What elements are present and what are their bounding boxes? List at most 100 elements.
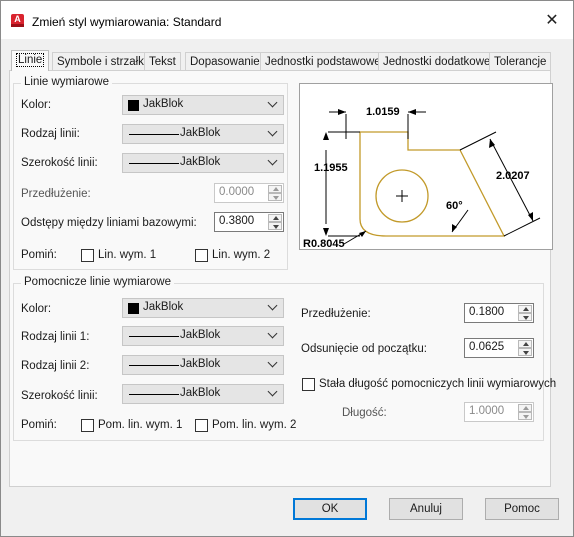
dim-extend-label: Przedłużenie: <box>21 188 91 200</box>
tab-lines[interactable]: Linie <box>11 50 50 71</box>
dim-color-value: JakBlok <box>143 98 184 110</box>
dim-baseline-spinner[interactable]: 0.3800 <box>214 212 284 232</box>
ext-linetype1-value: JakBlok <box>180 329 221 341</box>
dim-lineweight-select[interactable]: JakBlok <box>122 153 284 173</box>
cancel-button[interactable]: Anuluj <box>389 498 463 520</box>
spin-up-icon[interactable] <box>268 214 282 222</box>
dimension-lines-legend: Linie wymiarowe <box>21 76 113 88</box>
suppress-extline2-label: Pom. lin. wym. 2 <box>212 419 297 431</box>
spin-down-icon[interactable] <box>518 313 532 321</box>
dialog-window: A Zmień styl wymiarowania: Standard ✕ Li… <box>0 0 574 537</box>
dim-linetype-label: Rodzaj linii: <box>21 128 80 140</box>
chevron-down-icon <box>267 328 278 339</box>
tab-symbols-arrows[interactable]: Symbole i strzałki <box>52 52 152 71</box>
spin-down-icon[interactable] <box>268 222 282 230</box>
preview-radius: R0.8045 <box>303 238 345 250</box>
chevron-down-icon <box>267 97 278 108</box>
ext-linetype2-label: Rodzaj linii 2: <box>21 360 90 372</box>
chevron-down-icon <box>267 155 278 166</box>
dim-color-select[interactable]: JakBlok <box>122 95 284 115</box>
preview-dim-top: 1.0159 <box>366 106 400 118</box>
chevron-down-icon <box>267 357 278 368</box>
help-button[interactable]: Pomoc <box>485 498 559 520</box>
ext-offset-label: Odsunięcie od początku: <box>301 343 427 355</box>
dialog-title: Zmień styl wymiarowania: Standard <box>32 15 222 29</box>
spin-up-icon[interactable] <box>518 340 532 348</box>
dim-extend-spinner[interactable]: 0.0000 <box>214 183 284 203</box>
ext-length-label: Długość: <box>342 407 387 419</box>
preview-shape-outline <box>359 131 506 237</box>
spin-down-icon[interactable] <box>518 348 532 356</box>
ok-button[interactable]: OK <box>293 498 367 520</box>
line-sample <box>129 365 179 366</box>
tab-tolerances[interactable]: Tolerancje <box>489 52 552 71</box>
dim-baseline-label: Odstępy między liniami bazowymi: <box>21 217 197 229</box>
tab-alternate-units[interactable]: Jednostki dodatkowe <box>378 52 496 71</box>
ext-length-value: 1.0000 <box>469 405 505 417</box>
line-sample <box>129 134 179 135</box>
spin-down-icon[interactable] <box>518 412 532 420</box>
title-bar: A Zmień styl wymiarowania: Standard ✕ <box>1 1 573 39</box>
ext-linetype2-value: JakBlok <box>180 358 221 370</box>
color-swatch <box>128 100 139 111</box>
preview-dim-diagonal: 2.0207 <box>496 170 530 182</box>
ext-linetype1-label: Rodzaj linii 1: <box>21 331 90 343</box>
ext-color-select[interactable]: JakBlok <box>122 298 284 318</box>
dim-linetype-value: JakBlok <box>180 127 221 139</box>
suppress-dimline2-checkbox[interactable] <box>195 249 208 262</box>
tab-text[interactable]: Tekst <box>144 52 181 71</box>
dim-extend-value: 0.0000 <box>219 186 255 198</box>
suppress-dimline1-checkbox[interactable] <box>81 249 94 262</box>
spin-up-icon[interactable] <box>518 305 532 313</box>
dim-lineweight-value: JakBlok <box>180 156 221 168</box>
ext-extend-label: Przedłużenie: <box>301 308 371 320</box>
color-swatch <box>128 303 139 314</box>
tab-fit[interactable]: Dopasowanie <box>185 52 265 71</box>
extension-lines-group: Pomocnicze linie wymiarowe Kolor: JakBlo… <box>13 276 556 441</box>
line-sample <box>129 394 179 395</box>
ext-lineweight-value: JakBlok <box>180 387 221 399</box>
preview-angle: 60° <box>446 200 463 212</box>
dim-lineweight-label: Szerokość linii: <box>21 157 98 169</box>
suppress-dimline2-label: Lin. wym. 2 <box>212 249 271 261</box>
dim-linetype-select[interactable]: JakBlok <box>122 124 284 144</box>
line-sample <box>129 336 179 337</box>
chevron-down-icon <box>267 386 278 397</box>
line-sample <box>129 163 179 164</box>
fixed-length-checkbox[interactable] <box>302 378 315 391</box>
dimension-lines-group: Linie wymiarowe Kolor: JakBlok Rodzaj li… <box>13 76 288 270</box>
chevron-down-icon <box>267 126 278 137</box>
dim-suppress-label: Pomiń: <box>21 249 57 261</box>
suppress-extline1-label: Pom. lin. wym. 1 <box>98 419 183 431</box>
ext-extend-spinner[interactable]: 0.1800 <box>464 303 534 323</box>
ext-offset-spinner[interactable]: 0.0625 <box>464 338 534 358</box>
close-button[interactable]: ✕ <box>539 10 565 32</box>
suppress-extline1-checkbox[interactable] <box>81 419 94 432</box>
ext-suppress-label: Pomiń: <box>21 419 57 431</box>
ext-linetype2-select[interactable]: JakBlok <box>122 355 284 375</box>
spin-down-icon[interactable] <box>268 193 282 201</box>
spin-up-icon[interactable] <box>518 404 532 412</box>
suppress-dimline1-label: Lin. wym. 1 <box>98 249 157 261</box>
tab-panel-lines: Linie wymiarowe Kolor: JakBlok Rodzaj li… <box>9 70 556 487</box>
ext-linetype1-select[interactable]: JakBlok <box>122 326 284 346</box>
fixed-length-label: Stała długość pomocniczych linii wymiaro… <box>319 378 557 390</box>
dimension-preview: 1.0159 1.1955 2.0207 60° R0.8045 <box>299 83 553 250</box>
ext-length-spinner[interactable]: 1.0000 <box>464 402 534 422</box>
ext-lineweight-select[interactable]: JakBlok <box>122 384 284 404</box>
ext-color-value: JakBlok <box>143 301 184 313</box>
extension-lines-legend: Pomocnicze linie wymiarowe <box>21 276 174 288</box>
preview-dim-left: 1.1955 <box>314 162 348 174</box>
dim-color-label: Kolor: <box>21 99 52 111</box>
ext-lineweight-label: Szerokość linii: <box>21 390 98 402</box>
chevron-down-icon <box>267 300 278 311</box>
tab-primary-units[interactable]: Jednostki podstawowe <box>260 52 386 71</box>
preview-drawing: 1.0159 1.1955 2.0207 60° R0.8045 <box>303 106 541 250</box>
autocad-app-icon: A <box>11 14 24 27</box>
spin-up-icon[interactable] <box>268 185 282 193</box>
ext-color-label: Kolor: <box>21 303 52 315</box>
ext-offset-value: 0.0625 <box>469 341 505 353</box>
ext-extend-value: 0.1800 <box>469 306 505 318</box>
suppress-extline2-checkbox[interactable] <box>195 419 208 432</box>
dim-baseline-value: 0.3800 <box>219 215 255 227</box>
